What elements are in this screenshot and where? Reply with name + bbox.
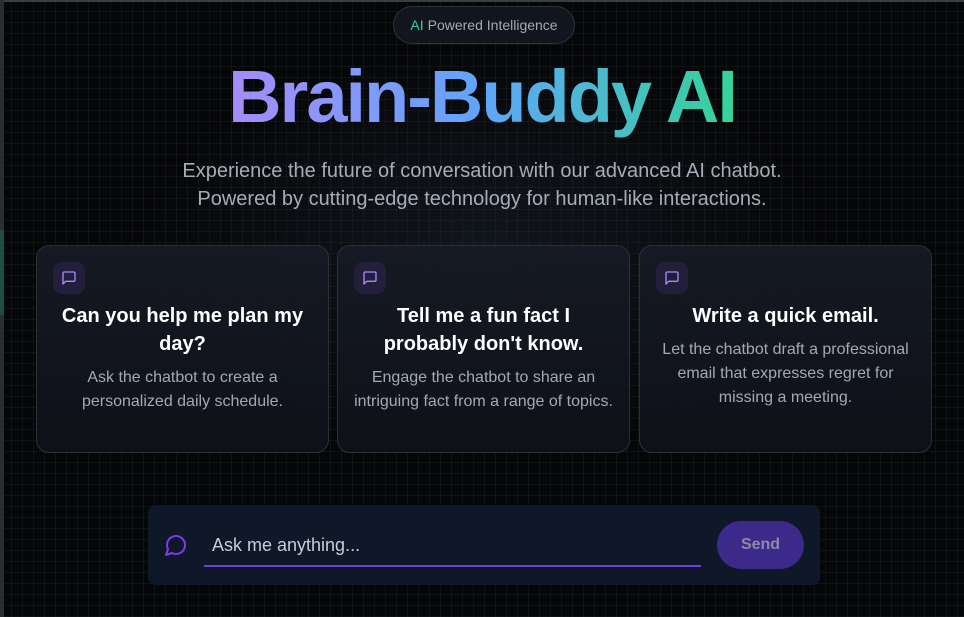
page-title: Brain-Buddy AI [0, 56, 964, 138]
powered-badge: AI Powered Intelligence [393, 6, 575, 44]
card-description: Let the chatbot draft a professional ema… [662, 341, 909, 406]
chat-bar: Send [148, 505, 820, 585]
send-button[interactable]: Send [717, 521, 804, 569]
left-accent [0, 230, 4, 315]
card-title: Tell me a fun fact I probably don't know… [383, 305, 584, 355]
subtitle-line-1: Experience the future of conversation wi… [182, 160, 782, 182]
top-border [0, 0, 964, 2]
suggestion-card-quick-email[interactable]: Write a quick email. Let the chatbot dra… [639, 245, 932, 453]
subtitle-line-2: Powered by cutting-edge technology for h… [197, 188, 767, 210]
badge-highlight: AI [410, 17, 424, 33]
message-square-icon [354, 262, 386, 294]
suggestion-card-fun-fact[interactable]: Tell me a fun fact I probably don't know… [337, 245, 630, 453]
suggestion-card-plan-day[interactable]: Can you help me plan my day? Ask the cha… [36, 245, 329, 453]
message-square-icon [53, 262, 85, 294]
chat-input[interactable] [204, 525, 701, 567]
card-description: Engage the chatbot to share an intriguin… [354, 369, 613, 410]
message-circle-icon [164, 533, 188, 557]
card-title: Write a quick email. [692, 305, 879, 327]
page-title-text: Brain-Buddy AI [228, 55, 738, 138]
card-description: Ask the chatbot to create a personalized… [81, 369, 283, 410]
message-square-icon [656, 262, 688, 294]
badge-text: Powered Intelligence [427, 17, 558, 33]
card-title: Can you help me plan my day? [61, 305, 304, 355]
page-subtitle: Experience the future of conversation wi… [0, 157, 964, 213]
